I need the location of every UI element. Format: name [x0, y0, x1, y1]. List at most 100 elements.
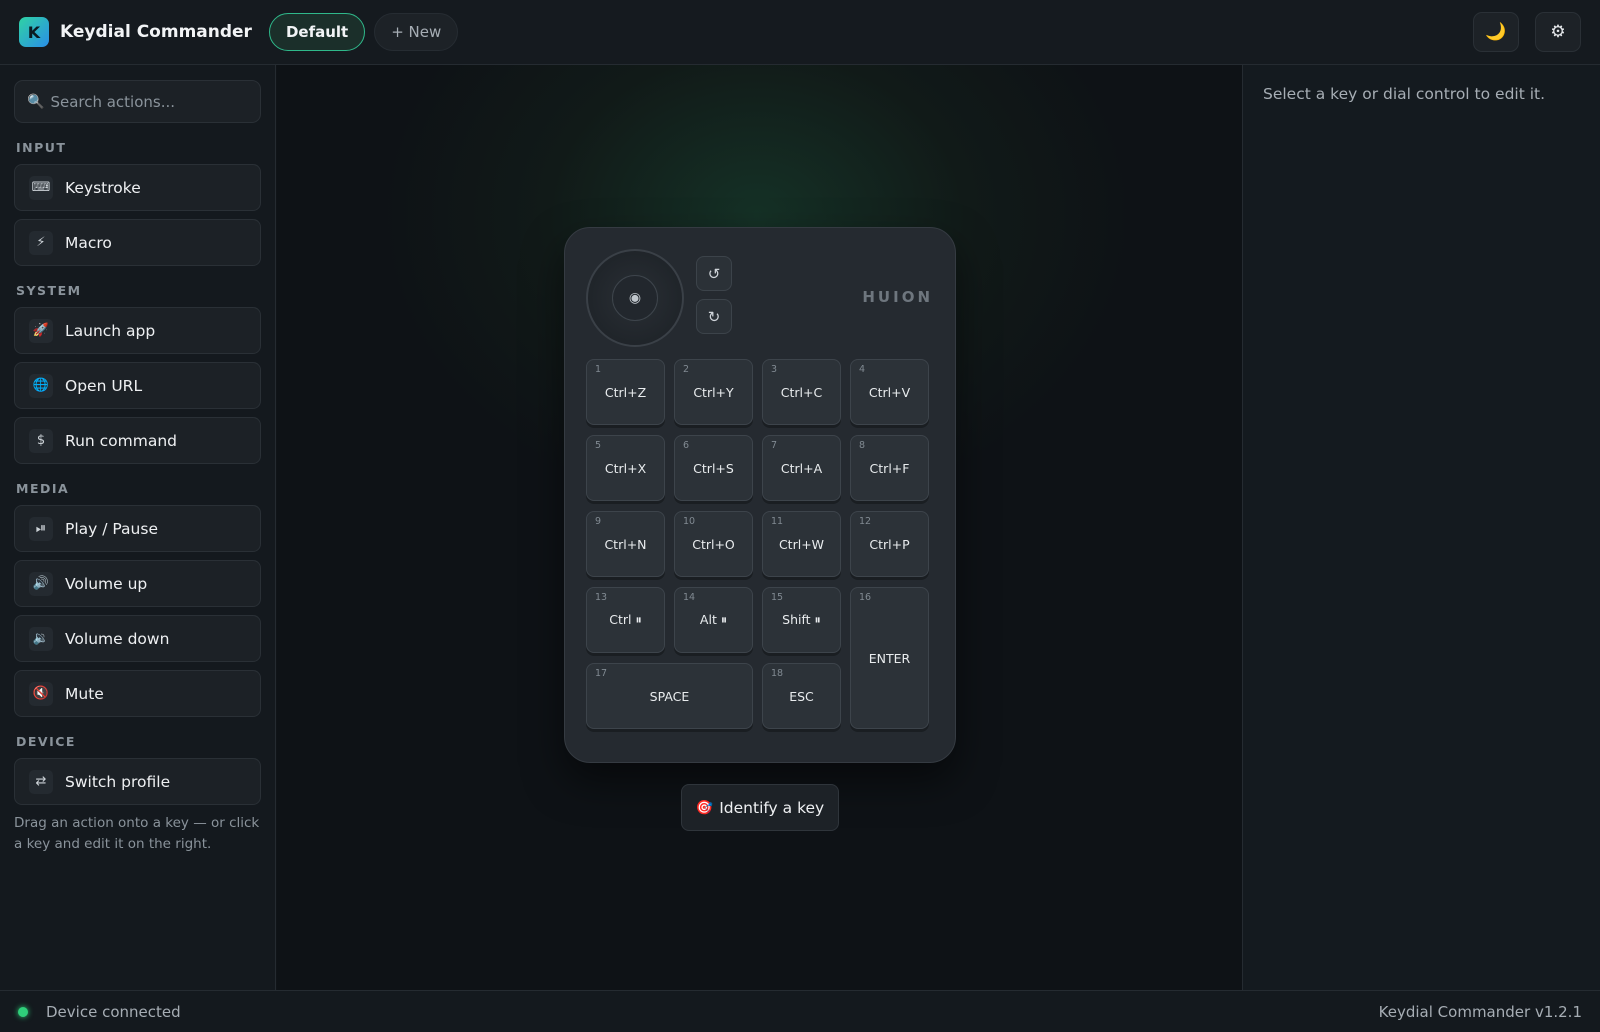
search-box[interactable]: 🔍: [14, 80, 261, 123]
rotate-ccw-icon: ↺: [707, 264, 721, 283]
key-label: Ctrl ⏸: [609, 612, 642, 627]
settings-button[interactable]: ⚙: [1535, 12, 1581, 52]
action-label: Open URL: [65, 376, 143, 395]
search-icon: 🔍: [27, 93, 45, 110]
keyboard-icon: ⌨: [29, 175, 53, 200]
key-label: Ctrl+P: [869, 536, 910, 552]
key-label: Ctrl+V: [868, 384, 911, 400]
key-8[interactable]: 8 Ctrl+F: [850, 435, 929, 501]
dial-rotate-cw-button[interactable]: ↻: [696, 299, 732, 334]
lightning-icon: ⚡: [29, 230, 53, 255]
terminal-icon: $: [29, 428, 53, 453]
action-label: Launch app: [65, 321, 156, 340]
action-open-url[interactable]: 🌐 Open URL: [14, 362, 261, 409]
device-canvas: ◉ ↺ ↻ HUION 1 Ctrl+Z 2 Ctrl+Y 3 Ctrl+C 4 Ctrl+V…: [277, 65, 1242, 990]
key-number: 15: [771, 592, 784, 603]
key-label: ESC: [789, 688, 814, 704]
key-number: 7: [771, 440, 778, 451]
key-label: Ctrl+A: [780, 460, 823, 476]
key-5[interactable]: 5 Ctrl+X: [586, 435, 665, 501]
key-label: Ctrl+N: [604, 536, 647, 552]
key-label: SPACE: [649, 688, 690, 704]
group-label-media: MEDIA: [16, 481, 70, 496]
key-7[interactable]: 7 Ctrl+A: [762, 435, 841, 501]
group-label-device: DEVICE: [16, 734, 76, 749]
key-number: 14: [683, 592, 696, 603]
theme-toggle-button[interactable]: 🌙: [1473, 12, 1519, 52]
globe-icon: 🌐: [29, 373, 53, 398]
key-11[interactable]: 11 Ctrl+W: [762, 511, 841, 577]
key-label: Ctrl+W: [778, 536, 825, 552]
key-label: Ctrl+O: [692, 536, 735, 552]
app-logo: K: [19, 17, 49, 47]
key-label: Ctrl+Z: [604, 384, 647, 400]
action-groups: INPUT ⌨ Keystroke ⚡ Macro SYSTEM 🚀 Launch app 🌐 O…: [14, 140, 261, 805]
key-label: Shift ⏸: [782, 612, 821, 627]
key-label: Ctrl+X: [604, 460, 647, 476]
connection-status-dot: [18, 1006, 28, 1017]
dial-center-icon: ◉: [628, 290, 642, 306]
action-play-pause[interactable]: ⏯ Play / Pause: [14, 505, 261, 552]
key-1[interactable]: 1 Ctrl+Z: [586, 359, 665, 425]
action-label: Switch profile: [65, 772, 171, 791]
search-input[interactable]: [50, 92, 241, 111]
app-header: K Keydial Commander Default + New 🌙 ⚙: [0, 0, 1600, 65]
action-label: Macro: [65, 233, 112, 252]
key-2[interactable]: 2 Ctrl+Y: [674, 359, 753, 425]
identify-key-button[interactable]: 🎯 Identify a key: [681, 784, 839, 831]
key-13[interactable]: 13 Ctrl ⏸: [586, 587, 665, 653]
group-label-system: SYSTEM: [16, 283, 82, 298]
status-bar: Device connected Keydial Commander v1.2.…: [0, 990, 1600, 1032]
action-launch-app[interactable]: 🚀 Launch app: [14, 307, 261, 354]
key-18[interactable]: 18 ESC: [762, 663, 841, 729]
key-15[interactable]: 15 Shift ⏸: [762, 587, 841, 653]
key-17[interactable]: 17 SPACE: [586, 663, 753, 729]
dial-center-button[interactable]: ◉: [612, 275, 658, 321]
volume-up-icon: 🔊: [29, 571, 53, 596]
key-number: 2: [683, 364, 690, 375]
action-label: Mute: [65, 684, 104, 703]
key-number: 9: [595, 516, 602, 527]
key-number: 5: [595, 440, 602, 451]
key-3[interactable]: 3 Ctrl+C: [762, 359, 841, 425]
action-macro[interactable]: ⚡ Macro: [14, 219, 261, 266]
key-number: 11: [771, 516, 784, 527]
key-16[interactable]: 16 ENTER: [850, 587, 929, 729]
action-switch-profile[interactable]: ⇄ Switch profile: [14, 758, 261, 805]
key-4[interactable]: 4 Ctrl+V: [850, 359, 929, 425]
profile-tab-default[interactable]: Default: [268, 13, 366, 51]
key-number: 18: [771, 668, 784, 679]
identify-key-label: Identify a key: [719, 798, 825, 817]
key-label: Ctrl+Y: [693, 384, 734, 400]
action-volume-up[interactable]: 🔊 Volume up: [14, 560, 261, 607]
new-profile-button[interactable]: + New: [374, 13, 459, 51]
key-6[interactable]: 6 Ctrl+S: [674, 435, 753, 501]
action-label: Run command: [65, 431, 178, 450]
action-label: Volume up: [65, 574, 148, 593]
action-keystroke[interactable]: ⌨ Keystroke: [14, 164, 261, 211]
app-title: Keydial Commander: [60, 22, 252, 42]
key-9[interactable]: 9 Ctrl+N: [586, 511, 665, 577]
action-run-command[interactable]: $ Run command: [14, 417, 261, 464]
key-number: 13: [595, 592, 608, 603]
key-10[interactable]: 10 Ctrl+O: [674, 511, 753, 577]
inspector-empty-text: Select a key or dial control to edit it.: [1263, 85, 1546, 103]
key-number: 4: [859, 364, 866, 375]
dial[interactable]: ◉: [586, 249, 684, 347]
sidebar-hint: Drag an action onto a key — or click a k…: [14, 815, 260, 852]
dial-rotate-ccw-button[interactable]: ↺: [696, 256, 732, 291]
key-number: 3: [771, 364, 778, 375]
key-label: Ctrl+C: [780, 384, 823, 400]
key-number: 1: [595, 364, 602, 375]
key-label: Ctrl+S: [693, 460, 734, 476]
target-icon: 🎯: [695, 799, 714, 816]
action-sidebar: 🔍 INPUT ⌨ Keystroke ⚡ Macro SYSTEM 🚀 Launch app…: [0, 65, 276, 990]
key-14[interactable]: 14 Alt ⏸: [674, 587, 753, 653]
key-12[interactable]: 12 Ctrl+P: [850, 511, 929, 577]
action-volume-down[interactable]: 🔉 Volume down: [14, 615, 261, 662]
key-label: ENTER: [868, 650, 911, 666]
rotate-cw-icon: ↻: [707, 307, 721, 326]
play-pause-icon: ⏯: [29, 516, 53, 541]
key-label: Alt ⏸: [699, 612, 728, 627]
action-mute[interactable]: 🔇 Mute: [14, 670, 261, 717]
